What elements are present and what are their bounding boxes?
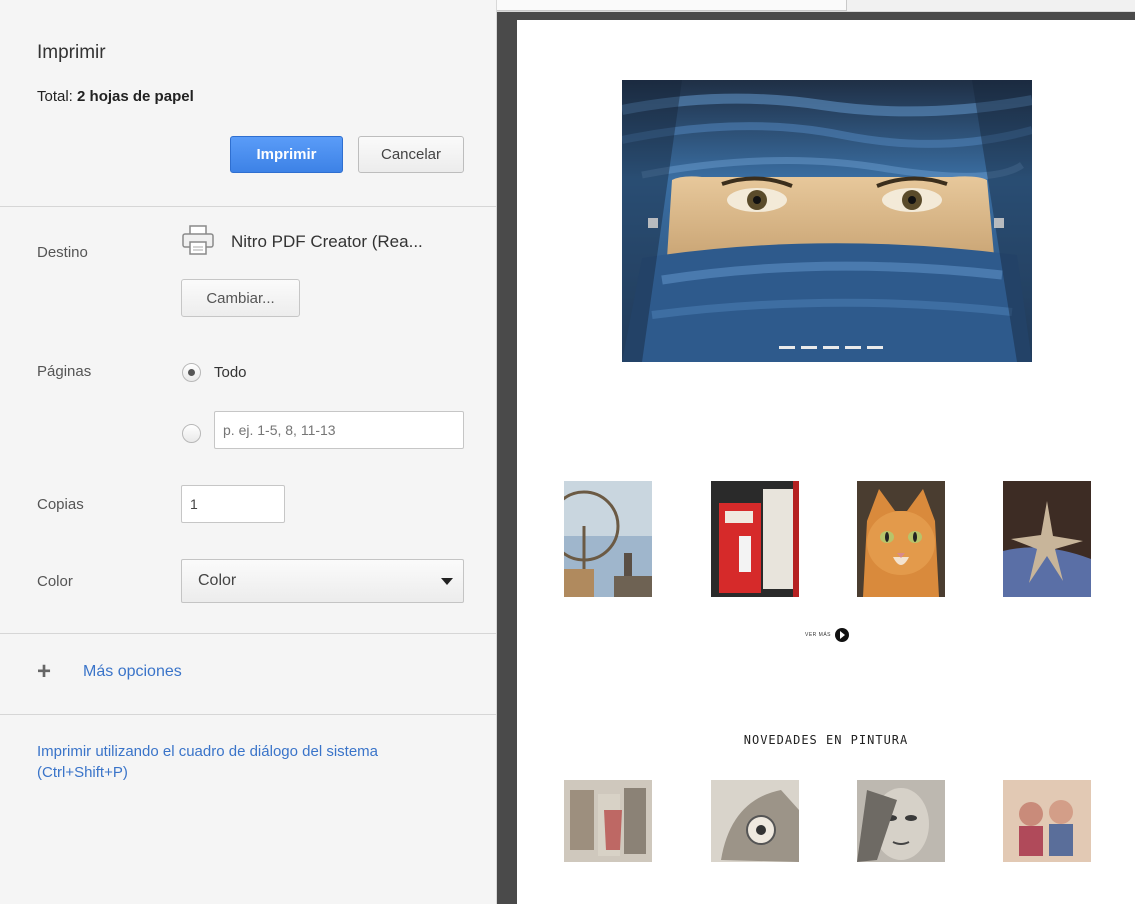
arrow-right-circle-icon — [835, 628, 850, 642]
thumbnail-painting-4 — [1003, 780, 1091, 862]
print-settings-panel: Imprimir Total: 2 hojas de papel Imprimi… — [0, 0, 497, 904]
thumbnail-books — [711, 481, 799, 597]
more-options-link[interactable]: Más opciones — [83, 663, 182, 681]
pages-label: Páginas — [37, 363, 92, 380]
pages-range-input[interactable] — [214, 411, 464, 449]
carousel-indicators — [779, 346, 883, 349]
thumbnail-london-eye — [564, 481, 652, 597]
print-header: Imprimir Total: 2 hojas de papel Imprimi… — [0, 12, 497, 207]
plus-icon: + — [37, 658, 52, 685]
more-options-toggle[interactable]: + Más opciones — [37, 660, 182, 684]
system-dialog-link[interactable]: Imprimir utilizando el cuadro de diálogo… — [37, 741, 437, 783]
print-button[interactable]: Imprimir — [230, 136, 343, 173]
destination-label: Destino — [37, 244, 88, 261]
radio-selected-dot — [188, 369, 195, 376]
total-sheets: Total: 2 hojas de papel — [37, 88, 194, 105]
color-label: Color — [37, 573, 73, 590]
thumbnail-painting-3 — [857, 780, 945, 862]
section-title: NOVEDADES EN PINTURA — [743, 733, 909, 747]
see-more-link[interactable]: VER MÁS — [805, 628, 850, 642]
copies-input[interactable]: 1 — [181, 485, 285, 523]
thumbnail-painting-1 — [564, 780, 652, 862]
divider — [0, 714, 497, 715]
dialog-title: Imprimir — [37, 42, 106, 63]
thumbnail-cat — [857, 481, 945, 597]
pages-range-radio[interactable] — [182, 424, 201, 443]
printer-icon — [182, 225, 214, 255]
total-label: Total: — [37, 88, 73, 105]
carousel-next-icon — [994, 218, 1004, 228]
preview-page: VER MÁS NOVEDADES EN PINTURA — [517, 20, 1135, 904]
total-value: 2 hojas de papel — [77, 88, 194, 105]
change-destination-button[interactable]: Cambiar... — [181, 279, 300, 317]
hero-painting-image — [622, 80, 1032, 362]
copies-label: Copias — [37, 496, 84, 513]
cancel-button[interactable]: Cancelar — [358, 136, 464, 173]
thumbnail-starfish — [1003, 481, 1091, 597]
color-select-value: Color — [198, 572, 237, 589]
pages-all-radio[interactable] — [182, 363, 201, 382]
printer-name: Nitro PDF Creator (Rea... — [231, 232, 423, 251]
thumbnail-painting-2 — [711, 780, 799, 862]
pages-all-label[interactable]: Todo — [214, 364, 247, 381]
carousel-prev-icon — [648, 218, 658, 228]
divider — [0, 633, 497, 634]
print-preview-area[interactable]: VER MÁS NOVEDADES EN PINTURA — [497, 12, 1135, 904]
color-select[interactable]: Color — [181, 559, 464, 603]
see-more-label: VER MÁS — [805, 632, 832, 638]
chevron-down-icon — [441, 578, 453, 585]
